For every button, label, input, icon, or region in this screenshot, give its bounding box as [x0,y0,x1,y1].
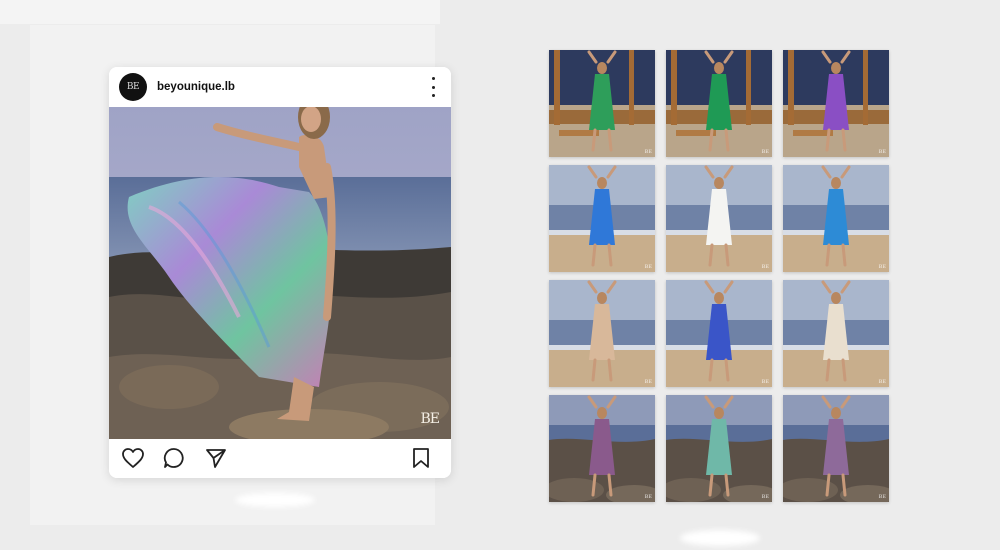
avatar-logo-text: BE [126,82,140,92]
grid-photo-tile[interactable]: BE [666,280,772,387]
grid-photo-tile[interactable]: BE [549,50,655,157]
post-actions-bar [109,439,451,478]
post-header: BE beyounique.lb [109,67,451,107]
grid-photo-tile[interactable]: BE [783,50,889,157]
grid-photo-tile[interactable]: BE [783,165,889,272]
grid-photo-tile[interactable]: BE [666,395,772,502]
grid-photo-tile[interactable]: BE [549,280,655,387]
grid-photo-tile[interactable]: BE [783,395,889,502]
username[interactable]: beyounique.lb [157,81,235,93]
decorative-smudge [680,530,760,546]
grid-photo-tile[interactable]: BE [666,165,772,272]
grid-photo-tile[interactable]: BE [783,280,889,387]
decorative-smudge [235,493,315,507]
avatar[interactable]: BE [119,73,147,101]
watermark-logo: BE [420,411,439,427]
grid-photo-tile[interactable]: BE [666,50,772,157]
post-photo[interactable] [109,107,451,478]
photo-grid: BE BE BE BE BE BE BE BE BE BE BE BE [549,50,889,503]
comment-icon[interactable] [163,447,185,469]
more-options-icon[interactable] [431,77,435,97]
heart-icon[interactable] [121,447,145,469]
grid-photo-tile[interactable]: BE [549,165,655,272]
grid-photo-tile[interactable]: BE [549,395,655,502]
bookmark-icon[interactable] [411,447,431,469]
instagram-post-card: BE beyounique.lb BE [109,67,451,478]
background-strip [0,0,440,24]
share-icon[interactable] [205,447,227,469]
